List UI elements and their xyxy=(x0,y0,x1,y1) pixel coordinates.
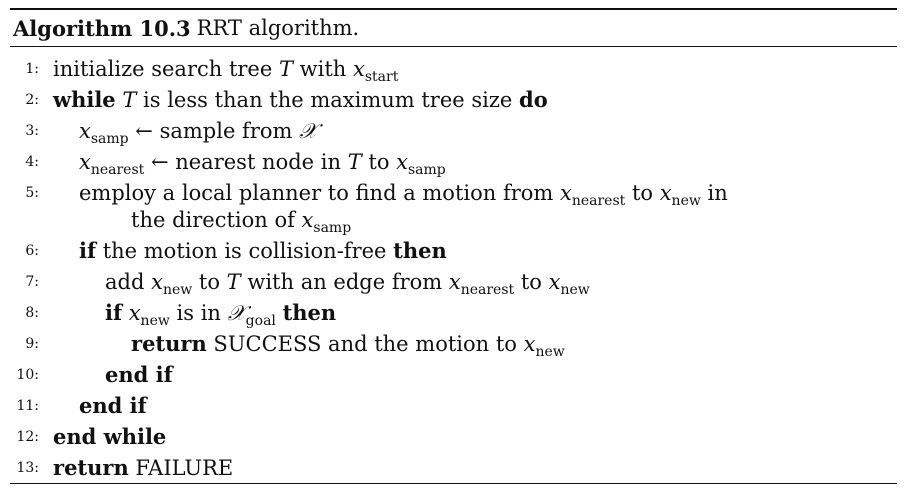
line-number: 9: xyxy=(25,336,39,352)
algorithm-line: 8: if xnew is in 𝒳goal then xyxy=(10,295,897,329)
line-text: return SUCCESS and the motion to xnew xyxy=(131,331,565,360)
line-text: if xnew is in 𝒳goal then xyxy=(105,300,337,329)
algorithm-line: 10: end if xyxy=(10,357,897,388)
line-text: xsamp ← sample from 𝒳 xyxy=(79,119,318,147)
line-text: end while xyxy=(53,424,167,449)
algorithm-label: Algorithm 10.3 xyxy=(13,15,191,41)
line-continuation: the direction of xsamp xyxy=(131,208,352,236)
algorithm-body: 1: initialize search tree T with xstart … xyxy=(10,47,897,483)
line-text: while T is less than the maximum tree si… xyxy=(53,87,548,112)
algorithm-line: 3: xsamp ← sample from 𝒳 xyxy=(10,113,897,147)
line-text: return FAILURE xyxy=(53,455,234,480)
algorithm-line: 9: return SUCCESS and the motion to xnew xyxy=(10,326,897,360)
line-number: 1: xyxy=(25,61,39,77)
algorithm-line: 1: initialize search tree T with xstart xyxy=(10,51,897,85)
line-number: 13: xyxy=(16,460,39,476)
line-number: 10: xyxy=(16,367,39,383)
bottom-rule xyxy=(10,483,897,484)
line-text: if the motion is collision-free then xyxy=(79,238,447,263)
line-text: xnearest ← nearest node in T to xsamp xyxy=(79,150,446,178)
algorithm-block: Algorithm 10.3 RRT algorithm. 1: initial… xyxy=(10,8,897,484)
algorithm-line: 7: add xnew to T with an edge from xnear… xyxy=(10,264,897,298)
line-number: 12: xyxy=(16,429,39,445)
algorithm-header: Algorithm 10.3 RRT algorithm. xyxy=(10,10,897,46)
line-text: end if xyxy=(105,362,173,387)
line-text: employ a local planner to find a motion … xyxy=(79,181,728,209)
line-number: 6: xyxy=(25,243,39,259)
line-number: 4: xyxy=(25,154,39,170)
line-number: 3: xyxy=(25,123,39,139)
line-number: 5: xyxy=(25,185,39,201)
line-text: initialize search tree T with xstart xyxy=(53,57,399,85)
algorithm-line: 5: employ a local planner to find a moti… xyxy=(10,175,897,236)
algorithm-title: RRT algorithm. xyxy=(196,16,360,40)
algorithm-line: 6: if the motion is collision-free then xyxy=(10,233,897,264)
line-number: 2: xyxy=(25,92,39,108)
algorithm-line: 13: return FAILURE xyxy=(10,450,897,481)
algorithm-line: 11: end if xyxy=(10,388,897,419)
algorithm-line: 12: end while xyxy=(10,419,897,450)
line-number: 11: xyxy=(16,398,39,414)
line-number: 7: xyxy=(25,274,39,290)
algorithm-line: 2: while T is less than the maximum tree… xyxy=(10,82,897,113)
line-text: add xnew to T with an edge from xnearest… xyxy=(105,270,590,298)
algorithm-line: 4: xnearest ← nearest node in T to xsamp xyxy=(10,144,897,178)
line-text: end if xyxy=(79,393,147,418)
line-number: 8: xyxy=(25,305,39,321)
